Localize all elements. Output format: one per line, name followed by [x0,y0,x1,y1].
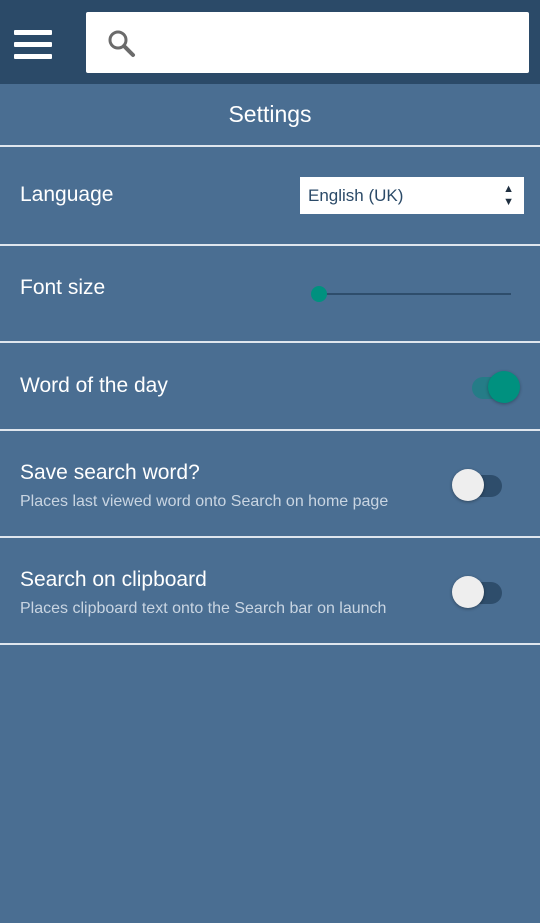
search-box[interactable] [86,12,529,73]
save-search-toggle[interactable] [452,467,508,503]
hamburger-menu-icon[interactable] [14,30,54,62]
search-input[interactable] [148,22,522,64]
clipboard-search-label: Search on clipboard [20,568,207,591]
search-icon [108,30,135,57]
divider [0,244,540,246]
language-select[interactable]: English (UK) ▲ ▼ [300,177,524,214]
divider [0,429,540,431]
language-label: Language [20,183,114,206]
divider [0,643,540,645]
page-title: Settings [228,101,312,127]
font-size-slider-track[interactable] [319,293,511,295]
font-size-label: Font size [20,276,106,299]
clipboard-search-description: Places clipboard text onto the Search ba… [20,600,387,617]
divider [0,536,540,538]
toggle-knob [452,576,484,608]
select-arrows-icon: ▲ ▼ [503,183,514,208]
divider [0,145,540,147]
toggle-knob [452,469,484,501]
save-search-label: Save search word? [20,461,200,484]
toggle-knob [488,371,520,403]
word-of-day-label: Word of the day [20,374,168,397]
divider [0,341,540,343]
top-bar [0,0,540,84]
word-of-day-toggle[interactable] [466,369,522,405]
language-selected-value: English (UK) [308,186,404,205]
clipboard-search-toggle[interactable] [452,574,508,610]
font-size-slider-thumb[interactable] [311,286,327,302]
save-search-description: Places last viewed word onto Search on h… [20,493,389,510]
